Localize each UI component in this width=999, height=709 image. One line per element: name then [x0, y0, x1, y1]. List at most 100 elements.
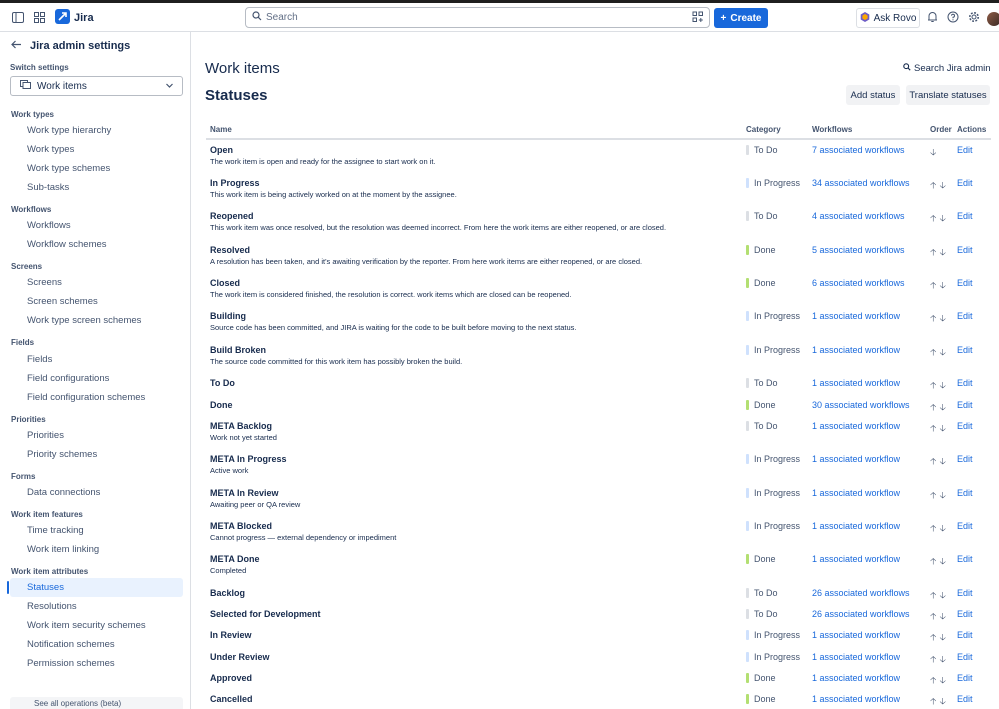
- move-down-arrow-icon[interactable]: 🡣: [939, 345, 945, 361]
- arrow-left-icon[interactable]: [11, 40, 22, 52]
- move-up-arrow-icon[interactable]: 🡡: [930, 521, 936, 537]
- sidebar-item-sub-tasks[interactable]: Sub-tasks: [10, 178, 183, 197]
- move-down-arrow-icon[interactable]: 🡣: [939, 673, 945, 689]
- associated-workflows-link[interactable]: 4 associated workflows: [812, 211, 905, 221]
- move-up-arrow-icon[interactable]: 🡡: [930, 345, 936, 361]
- move-up-arrow-icon[interactable]: 🡡: [930, 245, 936, 261]
- edit-link[interactable]: Edit: [957, 588, 973, 598]
- move-up-arrow-icon[interactable]: 🡡: [930, 454, 936, 470]
- sidebar-item-screens[interactable]: Screens: [10, 273, 183, 292]
- sidebar-item-priority-schemes[interactable]: Priority schemes: [10, 445, 183, 464]
- associated-workflows-link[interactable]: 7 associated workflows: [812, 145, 905, 155]
- sidebar-item-work-types[interactable]: Work types: [10, 140, 183, 159]
- associated-workflows-link[interactable]: 1 associated workflow: [812, 521, 900, 531]
- edit-link[interactable]: Edit: [957, 652, 973, 662]
- notifications-bell-icon[interactable]: [925, 10, 939, 24]
- move-up-arrow-icon[interactable]: 🡡: [930, 588, 936, 604]
- edit-link[interactable]: Edit: [957, 245, 973, 255]
- sidebar-item-notification-schemes[interactable]: Notification schemes: [10, 635, 183, 654]
- edit-link[interactable]: Edit: [957, 145, 973, 155]
- sidebar-item-field-configurations[interactable]: Field configurations: [10, 369, 183, 388]
- edit-link[interactable]: Edit: [957, 521, 973, 531]
- move-down-arrow-icon[interactable]: 🡣: [939, 211, 945, 227]
- move-up-arrow-icon[interactable]: 🡡: [930, 488, 936, 504]
- associated-workflows-link[interactable]: 1 associated workflow: [812, 421, 900, 431]
- move-down-arrow-icon[interactable]: 🡣: [939, 694, 945, 709]
- associated-workflows-link[interactable]: 5 associated workflows: [812, 245, 905, 255]
- move-up-arrow-icon[interactable]: 🡡: [930, 421, 936, 437]
- edit-link[interactable]: Edit: [957, 488, 973, 498]
- edit-link[interactable]: Edit: [957, 630, 973, 640]
- move-down-arrow-icon[interactable]: 🡣: [939, 178, 945, 194]
- edit-link[interactable]: Edit: [957, 311, 973, 321]
- move-down-arrow-icon[interactable]: 🡣: [939, 630, 945, 646]
- edit-link[interactable]: Edit: [957, 211, 973, 221]
- associated-workflows-link[interactable]: 1 associated workflow: [812, 673, 900, 683]
- sidebar-item-work-type-hierarchy[interactable]: Work type hierarchy: [10, 121, 183, 140]
- move-up-arrow-icon[interactable]: 🡡: [930, 278, 936, 294]
- move-up-arrow-icon[interactable]: 🡡: [930, 673, 936, 689]
- associated-workflows-link[interactable]: 1 associated workflow: [812, 378, 900, 388]
- move-down-arrow-icon[interactable]: 🡣: [939, 588, 945, 604]
- switch-settings-dropdown[interactable]: Work items: [10, 76, 183, 96]
- help-icon[interactable]: [946, 10, 960, 24]
- move-down-arrow-icon[interactable]: 🡣: [939, 278, 945, 294]
- move-up-arrow-icon[interactable]: 🡡: [930, 554, 936, 570]
- move-down-arrow-icon[interactable]: 🡣: [939, 400, 945, 416]
- edit-link[interactable]: Edit: [957, 673, 973, 683]
- move-up-arrow-icon[interactable]: 🡡: [930, 652, 936, 668]
- associated-workflows-link[interactable]: 1 associated workflow: [812, 554, 900, 564]
- search-jira-admin-link[interactable]: Search Jira admin: [903, 63, 991, 74]
- move-down-arrow-icon[interactable]: 🡣: [939, 454, 945, 470]
- sidebar-item-work-item-security-schemes[interactable]: Work item security schemes: [10, 616, 183, 635]
- column-header-name[interactable]: Name: [210, 125, 232, 134]
- move-up-arrow-icon[interactable]: 🡡: [930, 694, 936, 709]
- sidebar-item-data-connections[interactable]: Data connections: [10, 483, 183, 502]
- settings-gear-icon[interactable]: [967, 10, 981, 24]
- associated-workflows-link[interactable]: 6 associated workflows: [812, 278, 905, 288]
- move-up-arrow-icon[interactable]: 🡡: [930, 630, 936, 646]
- move-down-arrow-icon[interactable]: 🡣: [939, 521, 945, 537]
- sidebar-item-workflow-schemes[interactable]: Workflow schemes: [10, 235, 183, 254]
- search-filter-icon[interactable]: [692, 11, 704, 26]
- move-down-arrow-icon[interactable]: 🡣: [939, 245, 945, 261]
- move-down-arrow-icon[interactable]: 🡣: [939, 421, 945, 437]
- associated-workflows-link[interactable]: 1 associated workflow: [812, 454, 900, 464]
- sidebar-item-work-type-screen-schemes[interactable]: Work type screen schemes: [10, 311, 183, 330]
- move-up-arrow-icon[interactable]: 🡡: [930, 400, 936, 416]
- edit-link[interactable]: Edit: [957, 400, 973, 410]
- edit-link[interactable]: Edit: [957, 554, 973, 564]
- edit-link[interactable]: Edit: [957, 278, 973, 288]
- edit-link[interactable]: Edit: [957, 454, 973, 464]
- app-switcher-icon[interactable]: [32, 10, 46, 24]
- sidebar-item-time-tracking[interactable]: Time tracking: [10, 521, 183, 540]
- move-down-arrow-icon[interactable]: 🡣: [939, 488, 945, 504]
- translate-statuses-button[interactable]: Translate statuses: [906, 85, 990, 105]
- associated-workflows-link[interactable]: 1 associated workflow: [812, 311, 900, 321]
- move-up-arrow-icon[interactable]: 🡡: [930, 378, 936, 394]
- move-down-arrow-icon[interactable]: 🡣: [939, 311, 945, 327]
- user-avatar[interactable]: [987, 12, 999, 26]
- associated-workflows-link[interactable]: 1 associated workflow: [812, 630, 900, 640]
- ask-rovo-button[interactable]: Ask Rovo: [856, 8, 920, 28]
- move-down-arrow-icon[interactable]: 🡣: [939, 652, 945, 668]
- associated-workflows-link[interactable]: 34 associated workflows: [812, 178, 910, 188]
- sidebar-item-resolutions[interactable]: Resolutions: [10, 597, 183, 616]
- move-down-arrow-icon[interactable]: 🡣: [939, 609, 945, 625]
- move-up-arrow-icon[interactable]: 🡡: [930, 609, 936, 625]
- sidebar-toggle-icon[interactable]: [11, 10, 25, 24]
- add-status-button[interactable]: Add status: [846, 85, 900, 105]
- app-name[interactable]: Jira: [74, 12, 94, 24]
- move-down-arrow-icon[interactable]: 🡣: [930, 145, 936, 161]
- edit-link[interactable]: Edit: [957, 421, 973, 431]
- move-up-arrow-icon[interactable]: 🡡: [930, 211, 936, 227]
- edit-link[interactable]: Edit: [957, 178, 973, 188]
- sidebar-item-fields[interactable]: Fields: [10, 350, 183, 369]
- associated-workflows-link[interactable]: 26 associated workflows: [812, 609, 910, 619]
- move-down-arrow-icon[interactable]: 🡣: [939, 378, 945, 394]
- search-input[interactable]: Search: [245, 7, 710, 28]
- sidebar-item-screen-schemes[interactable]: Screen schemes: [10, 292, 183, 311]
- move-down-arrow-icon[interactable]: 🡣: [939, 554, 945, 570]
- associated-workflows-link[interactable]: 1 associated workflow: [812, 488, 900, 498]
- associated-workflows-link[interactable]: 1 associated workflow: [812, 652, 900, 662]
